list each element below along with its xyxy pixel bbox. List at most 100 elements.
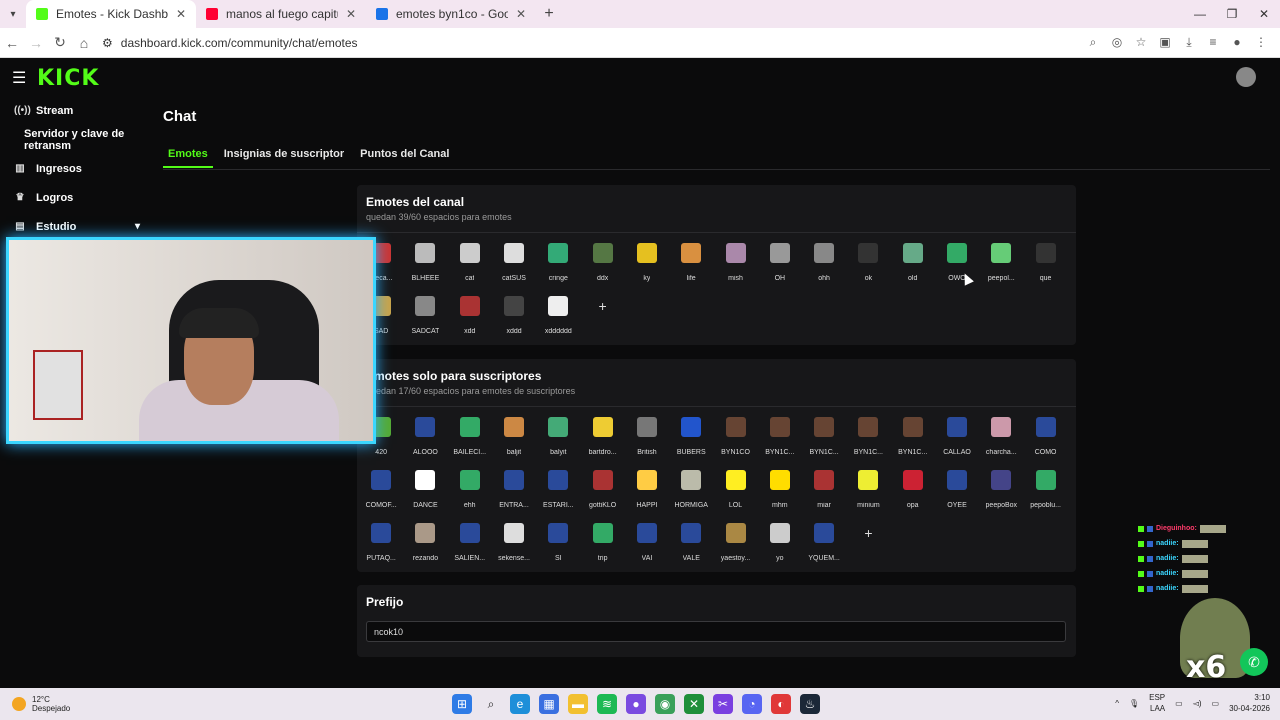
add-emote-button[interactable]: + xyxy=(846,521,890,574)
back-icon[interactable]: ← xyxy=(0,35,24,51)
sidebar-item-revenue[interactable]: ▥ Ingresos xyxy=(0,154,160,183)
emote-item[interactable]: VAI xyxy=(625,521,669,574)
emote-item[interactable]: peepoBox xyxy=(979,468,1023,521)
emote-item[interactable]: SALIEN... xyxy=(448,521,492,574)
reload-icon[interactable]: ↻ xyxy=(48,34,72,51)
emote-item[interactable]: baljit xyxy=(492,415,536,468)
emote-item[interactable]: ddx xyxy=(580,241,624,294)
emote-item[interactable]: xdd xyxy=(448,294,492,347)
search-icon[interactable]: ⌕ xyxy=(481,694,501,714)
snipping-icon[interactable]: ✂ xyxy=(713,694,733,714)
emote-item[interactable]: BAILECI... xyxy=(448,415,492,468)
emote-item[interactable]: HORMIGA xyxy=(669,468,713,521)
emote-item[interactable]: ESTARI... xyxy=(536,468,580,521)
add-emote-button[interactable]: + xyxy=(580,294,624,347)
browser-tab-drive[interactable]: emotes byn1co - Google Drive ✕ xyxy=(366,0,536,28)
volume-icon[interactable]: ◅) xyxy=(1193,699,1202,708)
emote-item[interactable]: xddd xyxy=(492,294,536,347)
close-window-icon[interactable]: ✕ xyxy=(1248,7,1280,21)
battery-icon[interactable]: ▭ xyxy=(1212,699,1220,708)
forward-icon[interactable]: → xyxy=(24,35,48,51)
edge-icon[interactable]: e xyxy=(510,694,530,714)
close-tab-icon[interactable]: ✕ xyxy=(516,7,526,21)
minimize-icon[interactable]: — xyxy=(1184,7,1216,21)
download-icon[interactable]: ⤓ xyxy=(1178,35,1200,50)
emote-item[interactable]: COMOF... xyxy=(359,468,403,521)
prefix-input[interactable] xyxy=(366,621,1066,642)
emote-item[interactable]: BYN1C... xyxy=(758,415,802,468)
emote-item[interactable]: life xyxy=(669,241,713,294)
emote-item[interactable]: ok xyxy=(846,241,890,294)
emote-item[interactable]: BYN1C... xyxy=(846,415,890,468)
emote-item[interactable]: BYN1CO xyxy=(713,415,757,468)
zoom-icon[interactable]: ⌕ xyxy=(1082,35,1104,50)
steam-icon[interactable]: ♨ xyxy=(800,694,820,714)
microphone-icon[interactable]: 🎙 xyxy=(1129,699,1139,708)
extensions-icon[interactable]: ▣ xyxy=(1154,35,1176,50)
network-icon[interactable]: ▭ xyxy=(1175,699,1183,708)
emote-item[interactable]: ehh xyxy=(448,468,492,521)
clock[interactable]: 3:10 30-04-2026 xyxy=(1229,692,1270,714)
weather-widget[interactable]: 12°C Despejado xyxy=(12,695,70,713)
close-tab-icon[interactable]: ✕ xyxy=(346,7,356,21)
chat-support-button[interactable]: ✆ xyxy=(1240,648,1268,676)
emote-item[interactable]: SI xyxy=(536,521,580,574)
chrome-icon[interactable]: ◉ xyxy=(655,694,675,714)
emote-item[interactable]: BYN1C... xyxy=(891,415,935,468)
bookmark-star-icon[interactable]: ☆ xyxy=(1130,35,1152,50)
emote-item[interactable]: trip xyxy=(580,521,624,574)
site-info-icon[interactable]: ⚙ xyxy=(102,36,113,50)
emote-item[interactable]: OWO xyxy=(935,241,979,294)
emote-item[interactable]: VALE xyxy=(669,521,713,574)
store-icon[interactable]: ▦ xyxy=(539,694,559,714)
sidebar-item-stream[interactable]: ((•)) Stream xyxy=(0,96,160,125)
tab-search-icon[interactable]: ▾ xyxy=(0,9,26,20)
chevron-up-icon[interactable]: ^ xyxy=(1115,699,1119,708)
file-explorer-icon[interactable]: ▬ xyxy=(568,694,588,714)
tab-subscriber-badges[interactable]: Insignias de suscriptor xyxy=(219,142,349,168)
emote-item[interactable]: LOL xyxy=(713,468,757,521)
tracking-icon[interactable]: ◎ xyxy=(1106,35,1128,50)
spotify-icon[interactable]: ≋ xyxy=(597,694,617,714)
emote-item[interactable]: peepol... xyxy=(979,241,1023,294)
emote-item[interactable]: DANCE xyxy=(403,468,447,521)
emote-item[interactable]: OYEE xyxy=(935,468,979,521)
emote-item[interactable]: cat xyxy=(448,241,492,294)
start-icon[interactable]: ⊞ xyxy=(452,694,472,714)
obs-icon[interactable]: ◐ xyxy=(771,694,791,714)
emote-item[interactable]: PUTAQ... xyxy=(359,521,403,574)
emote-item[interactable]: ohh xyxy=(802,241,846,294)
browser-tab-youtube[interactable]: manos al fuego capitulo 10 cor ✕ xyxy=(196,0,366,28)
emote-item[interactable]: SADCAT xyxy=(403,294,447,347)
emote-item[interactable]: ENTRA... xyxy=(492,468,536,521)
emote-item[interactable]: yaestoy... xyxy=(713,521,757,574)
emote-item[interactable]: bartdro... xyxy=(580,415,624,468)
emote-item[interactable]: BLHEEE xyxy=(403,241,447,294)
user-avatar[interactable] xyxy=(1236,67,1256,87)
emote-item[interactable]: gottiKLO xyxy=(580,468,624,521)
discord-icon[interactable]: ◔ xyxy=(742,694,762,714)
emote-item[interactable]: catSUS xyxy=(492,241,536,294)
xbox-icon[interactable]: ✕ xyxy=(684,694,704,714)
close-tab-icon[interactable]: ✕ xyxy=(176,7,186,21)
emote-item[interactable]: ky xyxy=(625,241,669,294)
emote-item[interactable]: charcha... xyxy=(979,415,1023,468)
emote-item[interactable]: old xyxy=(891,241,935,294)
emote-item[interactable]: miar xyxy=(802,468,846,521)
profile-icon[interactable]: ● xyxy=(1226,35,1248,50)
url-field[interactable]: ⚙ dashboard.kick.com/community/chat/emot… xyxy=(102,31,1082,55)
emote-item[interactable]: COMO xyxy=(1023,415,1067,468)
emote-item[interactable]: CALLAO xyxy=(935,415,979,468)
emote-item[interactable]: OH xyxy=(758,241,802,294)
app-icon[interactable]: ● xyxy=(626,694,646,714)
emote-item[interactable]: xdddddd xyxy=(536,294,580,347)
kick-logo[interactable]: KICK xyxy=(37,66,99,91)
emote-item[interactable]: balyit xyxy=(536,415,580,468)
emote-item[interactable]: HAPPI xyxy=(625,468,669,521)
browser-tab-kick[interactable]: Emotes - Kick Dashboard ✕ xyxy=(26,0,196,28)
emote-item[interactable]: cringe xyxy=(536,241,580,294)
emote-item[interactable]: BUBERS xyxy=(669,415,713,468)
restore-icon[interactable]: ❐ xyxy=(1216,7,1248,21)
hamburger-menu-icon[interactable]: ☰ xyxy=(12,68,26,88)
media-icon[interactable]: ≡ xyxy=(1202,35,1224,50)
